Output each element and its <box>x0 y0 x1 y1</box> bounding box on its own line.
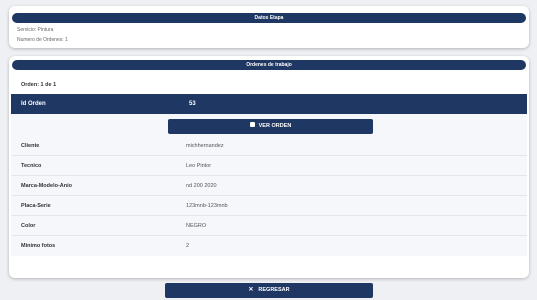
row-label: Tecnico <box>21 163 42 169</box>
ver-orden-label: VER ORDEN <box>258 123 292 129</box>
row-value: 2 <box>186 243 190 249</box>
ordenes-trabajo-title: Ordenes de trabajo <box>12 60 526 70</box>
table-row: Minimo fotos 2 <box>11 236 527 256</box>
table-row: Marca-Modelo-Anio nd 200 2020 <box>11 176 527 196</box>
regresar-label: REGRESAR <box>258 287 290 293</box>
regresar-button[interactable]: ✕ REGRESAR <box>165 283 373 298</box>
row-value: Leo Pintor <box>186 163 212 169</box>
row-label: Marca-Modelo-Anio <box>21 183 73 189</box>
row-value: michhernandez <box>186 143 224 149</box>
table-row: Placa-Serie 123mnb-123mnb <box>11 196 527 216</box>
id-orden-label: Id Orden <box>21 101 46 107</box>
row-value: 123mnb-123mnb <box>186 203 228 209</box>
ver-orden-button[interactable]: VER ORDEN <box>168 119 373 134</box>
ordenes-trabajo-card: Ordenes de trabajo Orden: 1 de 1 Id Orde… <box>9 56 529 278</box>
table-row: Color NEGRO <box>11 216 527 236</box>
id-orden-row: Id Orden 53 <box>11 94 527 114</box>
row-label: Minimo fotos <box>21 243 56 249</box>
servicio-text: Servicio: Pintura <box>17 27 54 33</box>
orden-detail-panel: VER ORDEN Cliente michhernandez Tecnico … <box>11 114 527 256</box>
row-label: Cliente <box>21 143 40 149</box>
id-orden-value: 53 <box>189 101 196 107</box>
row-value: nd 200 2020 <box>186 183 217 189</box>
row-label: Placa-Serie <box>21 203 51 209</box>
orden-count: Orden: 1 de 1 <box>21 82 57 88</box>
datos-etapa-title: Datos Etapa <box>12 13 526 23</box>
datos-etapa-card: Datos Etapa Servicio: Pintura Numero de … <box>9 6 529 48</box>
close-icon: ✕ <box>248 287 254 293</box>
table-row: Tecnico Leo Pintor <box>11 156 527 176</box>
table-row: Cliente michhernandez <box>11 136 527 156</box>
document-icon <box>249 122 255 128</box>
row-value: NEGRO <box>186 223 207 229</box>
row-label: Color <box>21 223 36 229</box>
numero-ordenes-text: Numero de Ordenes: 1 <box>17 37 68 43</box>
